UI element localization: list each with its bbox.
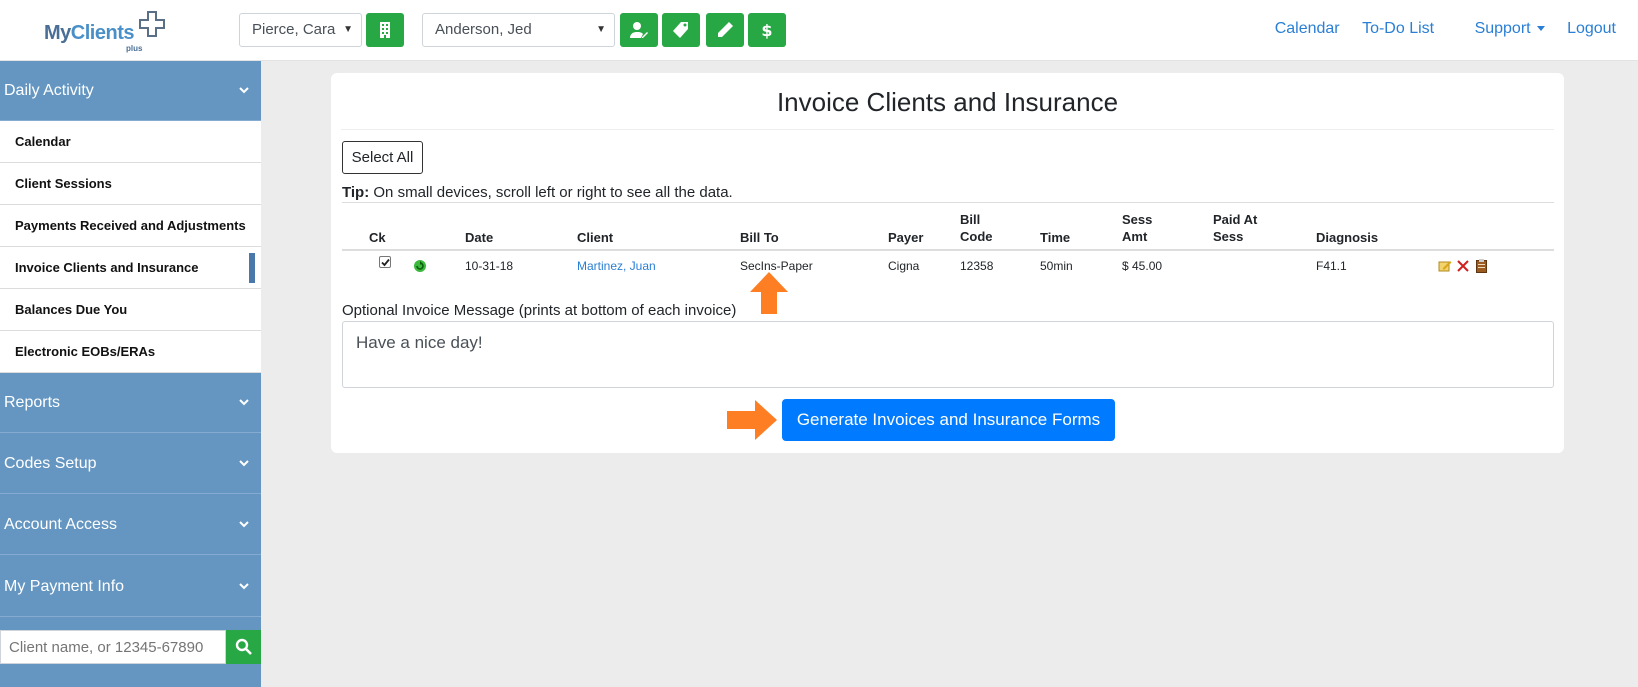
page-title: Invoice Clients and Insurance bbox=[776, 87, 1119, 117]
client-select[interactable]: Anderson, Jed ▼ bbox=[422, 13, 615, 47]
invoice-card: Invoice Clients and Insurance Select All… bbox=[331, 73, 1564, 453]
app-logo[interactable]: MyClients plus bbox=[44, 10, 174, 54]
title-divider bbox=[341, 129, 1554, 130]
tag-icon bbox=[673, 22, 688, 38]
sidebar-section-codes-setup[interactable]: Codes Setup bbox=[0, 434, 261, 494]
search-icon bbox=[235, 638, 252, 655]
client-search bbox=[0, 630, 261, 664]
clipboard-icon[interactable] bbox=[1476, 259, 1487, 273]
row-payer: Cigna bbox=[888, 259, 920, 273]
sidebar-item-calendar[interactable]: Calendar bbox=[0, 121, 261, 163]
row-bill-to: SecIns-Paper bbox=[740, 259, 813, 273]
orange-arrow-right-annotation bbox=[727, 400, 777, 440]
sidebar-section-daily-activity[interactable]: Daily Activity bbox=[0, 61, 261, 121]
pencil-icon bbox=[718, 22, 733, 37]
sidebar-item-eobs[interactable]: Electronic EOBs/ERAs bbox=[0, 331, 261, 373]
nav-calendar-link[interactable]: Calendar bbox=[1275, 20, 1340, 37]
sidebar: Daily Activity Calendar Client Sessions … bbox=[0, 61, 261, 687]
tag-button[interactable] bbox=[662, 13, 700, 47]
col-header-diagnosis: Diagnosis bbox=[1316, 230, 1379, 245]
refresh-icon[interactable] bbox=[413, 259, 427, 273]
row-date: 10-31-18 bbox=[465, 259, 514, 273]
row-time: 50min bbox=[1040, 259, 1073, 273]
plus-icon bbox=[139, 11, 165, 37]
edit-note-icon[interactable] bbox=[1438, 260, 1452, 272]
building-icon bbox=[380, 22, 390, 38]
row-diagnosis: F41.1 bbox=[1316, 259, 1347, 273]
chevron-down-icon bbox=[1536, 26, 1545, 32]
message-label: Optional Invoice Message (prints at bott… bbox=[342, 302, 737, 319]
edit-client-button[interactable] bbox=[620, 13, 658, 47]
delete-icon[interactable] bbox=[1457, 260, 1469, 272]
table-top-divider bbox=[342, 202, 1554, 203]
svg-text:$: $ bbox=[761, 21, 772, 39]
chevron-down-icon bbox=[239, 373, 249, 433]
nav-logout-link[interactable]: Logout bbox=[1567, 20, 1616, 37]
top-bar: MyClients plus Pierce, Cara ▼ Anderson, … bbox=[0, 0, 1638, 61]
chevron-down-icon bbox=[239, 61, 249, 121]
row-bill-code: 12358 bbox=[960, 259, 994, 273]
chevron-down-icon bbox=[239, 434, 249, 494]
nav-todo-link[interactable]: To-Do List bbox=[1362, 20, 1434, 37]
generate-invoices-button[interactable]: Generate Invoices and Insurance Forms bbox=[782, 399, 1115, 441]
top-nav: Calendar To-Do List Support Logout bbox=[1257, 20, 1616, 38]
select-all-button[interactable]: Select All bbox=[342, 141, 423, 174]
sidebar-item-balances[interactable]: Balances Due You bbox=[0, 289, 261, 331]
col-header-bill-to: Bill To bbox=[740, 230, 779, 245]
nav-support-dropdown[interactable]: Support bbox=[1457, 20, 1545, 37]
orange-arrow-up-annotation bbox=[750, 272, 788, 314]
col-header-sess-amt: Sess Amt bbox=[1122, 212, 1153, 244]
checkmark-icon bbox=[381, 258, 390, 267]
payment-button[interactable]: $ bbox=[748, 13, 786, 47]
pencil-button[interactable] bbox=[706, 13, 744, 47]
dropdown-caret-icon: ▼ bbox=[596, 24, 606, 35]
tip-text: Tip: On small devices, scroll left or ri… bbox=[342, 184, 733, 201]
dollar-icon: $ bbox=[761, 21, 772, 39]
chevron-down-icon bbox=[239, 557, 249, 617]
col-header-paid-at-sess: Paid At Sess bbox=[1213, 212, 1258, 244]
daily-activity-list: Calendar Client Sessions Payments Receiv… bbox=[0, 121, 261, 373]
client-search-button[interactable] bbox=[226, 630, 261, 664]
col-header-bill-code: Bill Code bbox=[960, 212, 993, 244]
sidebar-section-account-access[interactable]: Account Access bbox=[0, 495, 261, 555]
row-checkbox[interactable] bbox=[379, 256, 391, 268]
sidebar-section-reports[interactable]: Reports bbox=[0, 373, 261, 433]
col-header-ck: Ck bbox=[369, 230, 386, 245]
client-search-input[interactable] bbox=[0, 630, 226, 664]
sidebar-item-payments[interactable]: Payments Received and Adjustments bbox=[0, 205, 261, 247]
chevron-down-icon bbox=[239, 495, 249, 555]
provider-select[interactable]: Pierce, Cara ▼ bbox=[239, 13, 362, 47]
row-sess-amt: $ 45.00 bbox=[1122, 259, 1163, 273]
col-header-payer: Payer bbox=[888, 230, 924, 245]
col-header-client: Client bbox=[577, 230, 614, 245]
dropdown-caret-icon: ▼ bbox=[343, 24, 353, 35]
sidebar-item-invoice[interactable]: Invoice Clients and Insurance bbox=[0, 247, 261, 289]
sidebar-section-my-payment-info[interactable]: My Payment Info bbox=[0, 557, 261, 617]
user-edit-icon bbox=[630, 22, 648, 38]
col-header-date: Date bbox=[465, 230, 494, 245]
invoice-message-textarea[interactable]: Have a nice day! bbox=[342, 321, 1554, 388]
row-client-link[interactable]: Martinez, Juan bbox=[577, 259, 656, 273]
table-header-divider bbox=[342, 249, 1554, 251]
building-button[interactable] bbox=[366, 13, 404, 47]
sidebar-item-client-sessions[interactable]: Client Sessions bbox=[0, 163, 261, 205]
col-header-time: Time bbox=[1040, 230, 1071, 245]
